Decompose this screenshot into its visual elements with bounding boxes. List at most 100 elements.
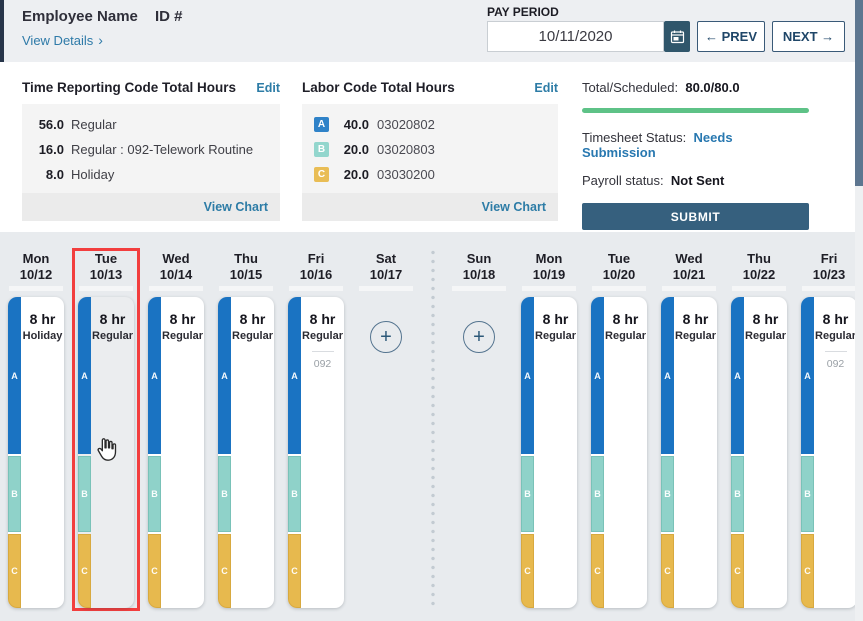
labor-bar-segment-b: B xyxy=(661,456,674,532)
day-header-underline xyxy=(289,286,343,291)
labor-bar: A B C xyxy=(78,297,91,608)
day-header-underline xyxy=(452,286,506,291)
plus-icon: + xyxy=(380,327,392,347)
labor-bar-segment-b: B xyxy=(591,456,604,532)
day-card-10-13[interactable]: A B C 8 hr Regular xyxy=(78,297,134,608)
labor-bar-segment-a: A xyxy=(78,297,91,454)
calendar-picker-button[interactable] xyxy=(664,21,690,52)
day-column-10-19: Mon10/19 A B C 8 hr Regular xyxy=(515,248,583,611)
labor-bar: A B C xyxy=(8,297,21,608)
day-card-10-20[interactable]: A B C 8 hr Regular xyxy=(591,297,647,608)
labor-bar-segment-c: C xyxy=(148,534,161,608)
add-time-button-10-18[interactable]: + xyxy=(463,321,495,353)
labor-row: A 40.0 03020802 xyxy=(314,112,546,137)
day-card-10-19[interactable]: A B C 8 hr Regular xyxy=(521,297,577,608)
labor-bar-segment-b: B xyxy=(288,456,301,532)
labor-bar-segment-a: A xyxy=(218,297,231,454)
employee-name: Employee Name xyxy=(22,8,138,25)
day-hours: 8 hr xyxy=(301,311,344,327)
day-card-10-14[interactable]: A B C 8 hr Regular xyxy=(148,297,204,608)
pay-period-date-input[interactable] xyxy=(487,21,664,52)
day-hours: 8 hr xyxy=(91,311,134,327)
day-header: Wed10/14 xyxy=(145,251,207,283)
labor-bar-segment-c: C xyxy=(731,534,744,608)
labor-bar: A B C xyxy=(661,297,674,608)
day-column-10-12: Mon10/12 A B C 8 hr Holiday xyxy=(2,248,70,611)
labor-hours: 40.0 xyxy=(339,117,369,132)
trc-label: Regular xyxy=(71,117,117,132)
day-card-10-23[interactable]: A B C 8 hr Regular 092 xyxy=(801,297,857,608)
day-card-10-21[interactable]: A B C 8 hr Regular xyxy=(661,297,717,608)
day-column-10-15: Thu10/15 A B C 8 hr Regular xyxy=(212,248,280,611)
employee-id-label: ID # xyxy=(155,8,183,25)
trc-row: 56.0 Regular xyxy=(34,112,268,137)
labor-bar-segment-c: C xyxy=(521,534,534,608)
chevron-right-icon: › xyxy=(98,32,103,48)
labor-bar-segment-c: C xyxy=(288,534,301,608)
calendar-icon xyxy=(670,29,685,44)
day-type: Regular xyxy=(814,330,857,342)
day-header: Tue10/13 xyxy=(75,251,137,283)
day-hours: 8 hr xyxy=(604,311,647,327)
day-header: Sat10/17 xyxy=(355,251,417,283)
labor-bar-segment-a: A xyxy=(148,297,161,454)
day-card-10-22[interactable]: A B C 8 hr Regular xyxy=(731,297,787,608)
labor-row: C 20.0 03030200 xyxy=(314,162,546,187)
labor-bar-segment-c: C xyxy=(661,534,674,608)
labor-bar: A B C xyxy=(148,297,161,608)
day-hours: 8 hr xyxy=(231,311,274,327)
day-type: Regular xyxy=(161,330,204,342)
day-type: Regular xyxy=(534,330,577,342)
submit-button[interactable]: SUBMIT xyxy=(582,203,809,230)
payroll-status-value: Not Sent xyxy=(671,173,724,188)
view-details-link[interactable]: View Details› xyxy=(22,32,103,48)
trc-hours: 8.0 xyxy=(34,167,64,182)
labor-bar-segment-b: B xyxy=(148,456,161,532)
next-pay-period-button[interactable]: NEXT → xyxy=(772,21,845,52)
labor-bar-segment-a: A xyxy=(731,297,744,454)
labor-bar-segment-b: B xyxy=(218,456,231,532)
day-hours: 8 hr xyxy=(534,311,577,327)
labor-bar-segment-a: A xyxy=(8,297,21,454)
day-type: Regular xyxy=(231,330,274,342)
trc-view-chart-link[interactable]: View Chart xyxy=(22,193,280,221)
sub-code-divider xyxy=(312,351,334,352)
total-scheduled-value: 80.0/80.0 xyxy=(685,80,739,95)
labor-edit-link[interactable]: Edit xyxy=(534,81,558,95)
day-header: Mon10/19 xyxy=(518,251,580,283)
right-arrow-icon: → xyxy=(821,29,834,44)
trc-hours: 56.0 xyxy=(34,117,64,132)
day-card-10-16[interactable]: A B C 8 hr Regular 092 xyxy=(288,297,344,608)
scrollbar-thumb[interactable] xyxy=(855,0,863,186)
labor-bar-segment-c: C xyxy=(218,534,231,608)
labor-bar-segment-c: C xyxy=(8,534,21,608)
day-type: Regular xyxy=(301,330,344,342)
day-card-10-12[interactable]: A B C 8 hr Holiday xyxy=(8,297,64,608)
day-column-10-23: Fri10/23 A B C 8 hr Regular 092 xyxy=(795,248,863,611)
trc-edit-link[interactable]: Edit xyxy=(256,81,280,95)
status-panel: Total/Scheduled: 80.0/80.0 Timesheet Sta… xyxy=(582,80,809,230)
day-column-10-17: Sat10/17 + xyxy=(352,248,420,611)
time-reporting-panel: Time Reporting Code Total Hours Edit 56.… xyxy=(22,80,280,221)
labor-bar-segment-a: A xyxy=(801,297,814,454)
labor-bar: A B C xyxy=(218,297,231,608)
left-arrow-icon: ← xyxy=(705,29,718,44)
sub-code-divider xyxy=(825,351,847,352)
prev-pay-period-button[interactable]: ← PREV xyxy=(697,21,765,52)
day-column-10-18: Sun10/18 + xyxy=(445,248,513,611)
trc-row: 8.0 Holiday xyxy=(34,162,268,187)
trc-label: Holiday xyxy=(71,167,114,182)
total-scheduled: Total/Scheduled: 80.0/80.0 xyxy=(582,80,809,95)
labor-view-chart-link[interactable]: View Chart xyxy=(302,193,558,221)
day-card-10-15[interactable]: A B C 8 hr Regular xyxy=(218,297,274,608)
day-header-underline xyxy=(592,286,646,291)
week-divider-dotted-line xyxy=(431,248,435,610)
day-hours: 8 hr xyxy=(161,311,204,327)
day-type: Regular xyxy=(674,330,717,342)
add-time-button-10-17[interactable]: + xyxy=(370,321,402,353)
day-header-underline xyxy=(219,286,273,291)
labor-bar-segment-b: B xyxy=(78,456,91,532)
vertical-scrollbar xyxy=(855,0,863,621)
day-hours: 8 hr xyxy=(744,311,787,327)
day-header: Tue10/20 xyxy=(588,251,650,283)
